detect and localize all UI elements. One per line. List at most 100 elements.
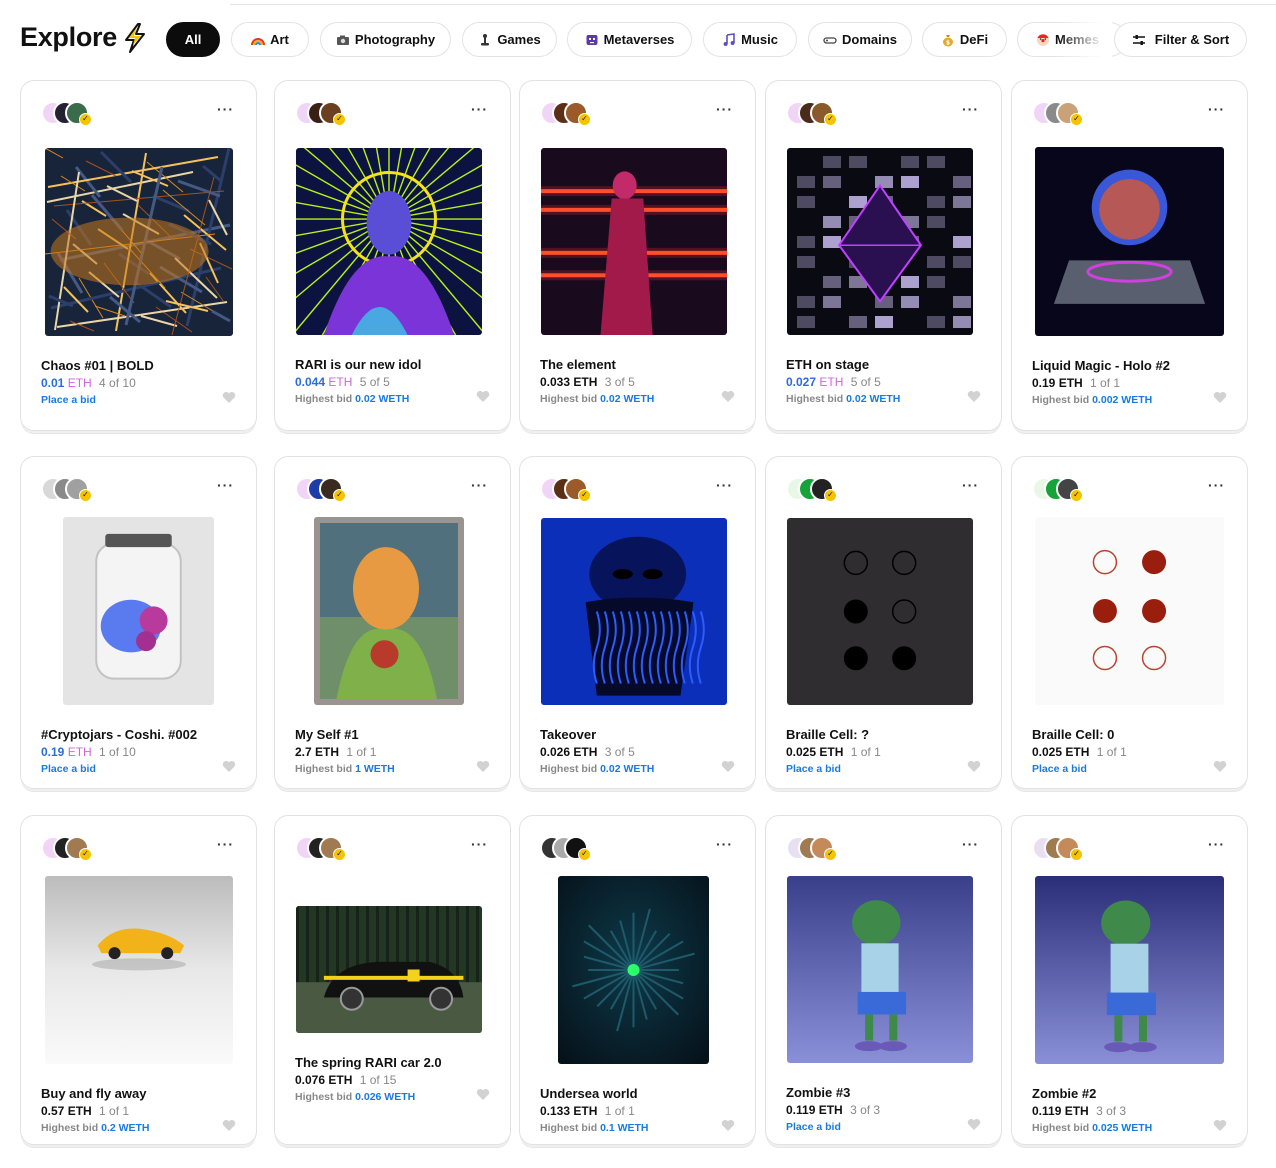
heart-icon[interactable]: [721, 1119, 735, 1132]
heart-icon[interactable]: [967, 390, 981, 403]
nft-card[interactable]: ✓ ··· Liquid Magic - Holo #2 0.19 ETH 1 …: [1011, 80, 1248, 431]
heart-icon[interactable]: [476, 760, 490, 773]
nft-card[interactable]: ✓ ··· #Cryptojars - Coshi. #002 0.19 ETH…: [20, 456, 257, 789]
heart-icon[interactable]: [1213, 760, 1227, 773]
owner-avatars[interactable]: ✓: [1032, 101, 1152, 127]
owner-avatars[interactable]: ✓: [540, 836, 660, 862]
nft-artwork[interactable]: [63, 517, 214, 705]
heart-icon[interactable]: [1213, 1119, 1227, 1132]
nft-card[interactable]: ✓ ··· Braille Cell: ? 0.025 ETH 1 of 1 P…: [765, 456, 1002, 789]
nft-title[interactable]: Chaos #01 | BOLD: [41, 358, 154, 373]
filter-domains[interactable]: Domains: [808, 22, 912, 57]
owner-avatars[interactable]: ✓: [786, 836, 906, 862]
more-options-icon[interactable]: ···: [962, 478, 979, 492]
place-bid-link[interactable]: Place a bid: [786, 763, 841, 775]
more-options-icon[interactable]: ···: [471, 102, 488, 116]
place-bid-link[interactable]: Place a bid: [41, 763, 96, 775]
place-bid-link[interactable]: Place a bid: [41, 394, 96, 406]
nft-artwork[interactable]: [1035, 517, 1224, 705]
nft-card[interactable]: ✓ ··· ETH on stage 0.027 ETH 5 of 5 High…: [765, 80, 1002, 431]
more-options-icon[interactable]: ···: [1208, 837, 1225, 851]
nft-card[interactable]: ✓ ··· Zombie #2 0.119 ETH 3 of 3 Highest…: [1011, 815, 1248, 1145]
place-bid-link[interactable]: Place a bid: [786, 1121, 841, 1133]
more-options-icon[interactable]: ···: [716, 478, 733, 492]
nft-title[interactable]: The element: [540, 357, 616, 372]
nft-title[interactable]: Zombie #2: [1032, 1086, 1096, 1101]
filter-games[interactable]: Games: [462, 22, 557, 57]
nft-title[interactable]: Buy and fly away: [41, 1086, 146, 1101]
owner-avatars[interactable]: ✓: [786, 477, 906, 503]
nft-card[interactable]: ✓ ··· The element 0.033 ETH 3 of 5 Highe…: [519, 80, 756, 431]
heart-icon[interactable]: [476, 390, 490, 403]
nft-card[interactable]: ✓ ··· RARI is our new idol 0.044 ETH 5 o…: [274, 80, 511, 431]
more-options-icon[interactable]: ···: [471, 837, 488, 851]
heart-icon[interactable]: [721, 760, 735, 773]
more-options-icon[interactable]: ···: [217, 478, 234, 492]
nft-title[interactable]: #Cryptojars - Coshi. #002: [41, 727, 197, 742]
owner-avatars[interactable]: ✓: [41, 477, 161, 503]
nft-title[interactable]: Braille Cell: ?: [786, 727, 869, 742]
nft-artwork[interactable]: [558, 876, 709, 1064]
nft-artwork[interactable]: [541, 148, 727, 335]
nft-title[interactable]: Braille Cell: 0: [1032, 727, 1114, 742]
nft-artwork[interactable]: [296, 148, 482, 335]
filter-metaverses[interactable]: Metaverses: [567, 22, 692, 57]
nft-title[interactable]: Zombie #3: [786, 1085, 850, 1100]
more-options-icon[interactable]: ···: [716, 102, 733, 116]
nft-artwork[interactable]: [541, 518, 727, 705]
owner-avatars[interactable]: ✓: [786, 101, 906, 127]
filter-defi[interactable]: $ DeFi: [922, 22, 1007, 57]
nft-title[interactable]: Undersea world: [540, 1086, 638, 1101]
heart-icon[interactable]: [967, 760, 981, 773]
more-options-icon[interactable]: ···: [217, 837, 234, 851]
heart-icon[interactable]: [721, 390, 735, 403]
nft-artwork[interactable]: [296, 906, 482, 1033]
filter-all[interactable]: All: [166, 22, 220, 57]
heart-icon[interactable]: [222, 391, 236, 404]
nft-artwork[interactable]: [314, 517, 464, 705]
owner-avatars[interactable]: ✓: [540, 477, 660, 503]
more-options-icon[interactable]: ···: [471, 478, 488, 492]
heart-icon[interactable]: [222, 760, 236, 773]
nft-card[interactable]: ✓ ··· Zombie #3 0.119 ETH 3 of 3 Place a…: [765, 815, 1002, 1145]
nft-artwork[interactable]: [1035, 876, 1224, 1064]
more-options-icon[interactable]: ···: [1208, 478, 1225, 492]
filter-sort-button[interactable]: Filter & Sort: [1114, 22, 1247, 57]
owner-avatars[interactable]: ✓: [295, 477, 415, 503]
nft-artwork[interactable]: [787, 148, 973, 335]
nft-card[interactable]: ✓ ··· Takeover 0.026 ETH 3 of 5 Highest …: [519, 456, 756, 789]
more-options-icon[interactable]: ···: [1208, 102, 1225, 116]
place-bid-link[interactable]: Place a bid: [1032, 763, 1087, 775]
nft-artwork[interactable]: [45, 876, 233, 1064]
nft-card[interactable]: ✓ ··· The spring RARI car 2.0 0.076 ETH …: [274, 815, 511, 1145]
more-options-icon[interactable]: ···: [217, 102, 234, 116]
owner-avatars[interactable]: ✓: [41, 836, 161, 862]
owner-avatars[interactable]: ✓: [295, 836, 415, 862]
more-options-icon[interactable]: ···: [962, 102, 979, 116]
nft-artwork[interactable]: [787, 518, 973, 705]
nft-title[interactable]: Liquid Magic - Holo #2: [1032, 358, 1170, 373]
nft-title[interactable]: Takeover: [540, 727, 596, 742]
nft-title[interactable]: The spring RARI car 2.0: [295, 1055, 442, 1070]
heart-icon[interactable]: [1213, 391, 1227, 404]
nft-card[interactable]: ✓ ··· Chaos #01 | BOLD 0.01 ETH 4 of 10 …: [20, 80, 257, 431]
owner-avatars[interactable]: ✓: [295, 101, 415, 127]
filter-memes[interactable]: Memes: [1017, 22, 1127, 57]
nft-artwork[interactable]: [1035, 147, 1224, 336]
nft-title[interactable]: ETH on stage: [786, 357, 869, 372]
owner-avatars[interactable]: ✓: [540, 101, 660, 127]
more-options-icon[interactable]: ···: [962, 837, 979, 851]
nft-artwork[interactable]: [45, 148, 233, 336]
filter-art[interactable]: Art: [231, 22, 309, 57]
heart-icon[interactable]: [476, 1088, 490, 1101]
nft-card[interactable]: ✓ ··· Undersea world 0.133 ETH 1 of 1 Hi…: [519, 815, 756, 1145]
more-options-icon[interactable]: ···: [716, 837, 733, 851]
nft-artwork[interactable]: [787, 876, 973, 1063]
nft-card[interactable]: ✓ ··· Braille Cell: 0 0.025 ETH 1 of 1 P…: [1011, 456, 1248, 789]
owner-avatars[interactable]: ✓: [1032, 477, 1152, 503]
nft-title[interactable]: RARI is our new idol: [295, 357, 421, 372]
heart-icon[interactable]: [222, 1119, 236, 1132]
filter-music[interactable]: Music: [703, 22, 797, 57]
nft-card[interactable]: ✓ ··· My Self #1 2.7 ETH 1 of 1 Highest …: [274, 456, 511, 789]
owner-avatars[interactable]: ✓: [1032, 836, 1152, 862]
